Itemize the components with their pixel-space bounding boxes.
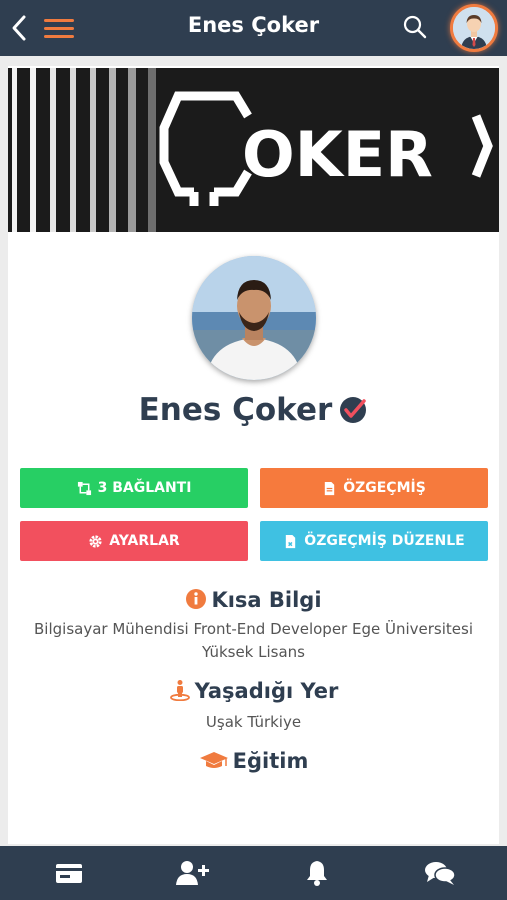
resume-label: ÖZGEÇMİŞ bbox=[343, 480, 426, 496]
about-text: Bilgisayar Mühendisi Front-End Developer… bbox=[34, 620, 473, 661]
graduation-cap-icon bbox=[199, 752, 228, 768]
settings-button[interactable]: AYARLAR bbox=[20, 521, 248, 561]
info-icon bbox=[186, 589, 207, 609]
profile-name: Enes Çoker bbox=[138, 392, 333, 428]
search-icon[interactable] bbox=[402, 14, 428, 40]
verified-check-icon bbox=[338, 395, 368, 425]
location-title-row: Yaşadığı Yer bbox=[8, 679, 499, 703]
gear-icon bbox=[89, 534, 102, 548]
resume-button[interactable]: ÖZGEÇMİŞ bbox=[260, 468, 488, 508]
location-title: Yaşadığı Yer bbox=[194, 679, 339, 703]
about-title: Kısa Bilgi bbox=[211, 588, 322, 612]
edit-resume-button[interactable]: ÖZGEÇMİŞ DÜZENLE bbox=[260, 521, 488, 561]
about-title-row: Kısa Bilgi bbox=[8, 588, 499, 612]
file-edit-icon bbox=[286, 534, 296, 548]
chat-icon[interactable] bbox=[424, 859, 456, 887]
page-title: Enes Çoker bbox=[187, 13, 320, 37]
coker-logo: OKER bbox=[159, 91, 493, 206]
profile-name-row: Enes Çoker bbox=[8, 392, 499, 428]
sitemap-icon bbox=[77, 481, 91, 495]
education-title-row: Eğitim bbox=[8, 749, 499, 773]
education-title: Eğitim bbox=[232, 749, 309, 773]
card-icon[interactable] bbox=[54, 859, 84, 887]
edit-resume-label: ÖZGEÇMİŞ DÜZENLE bbox=[304, 533, 465, 549]
bottom-nav bbox=[0, 846, 507, 900]
street-view-icon bbox=[169, 680, 190, 702]
connections-label: 3 BAĞLANTI bbox=[97, 480, 192, 496]
cover-image: OKER bbox=[8, 68, 499, 232]
profile-photo bbox=[192, 256, 316, 380]
location-text: Uşak Türkiye bbox=[205, 713, 302, 731]
connections-button[interactable]: 3 BAĞLANTI bbox=[20, 468, 248, 508]
svg-text:OKER: OKER bbox=[242, 118, 433, 191]
bell-icon[interactable] bbox=[302, 859, 332, 887]
profile-card: OKER Enes Çoker 3 BAĞLANTI ÖZGEÇMİŞ AYAR… bbox=[8, 66, 499, 844]
top-bar: Enes Çoker bbox=[0, 0, 507, 56]
user-avatar[interactable] bbox=[450, 4, 498, 52]
settings-label: AYARLAR bbox=[109, 533, 180, 549]
add-user-icon[interactable] bbox=[176, 859, 210, 887]
file-icon bbox=[325, 481, 335, 495]
